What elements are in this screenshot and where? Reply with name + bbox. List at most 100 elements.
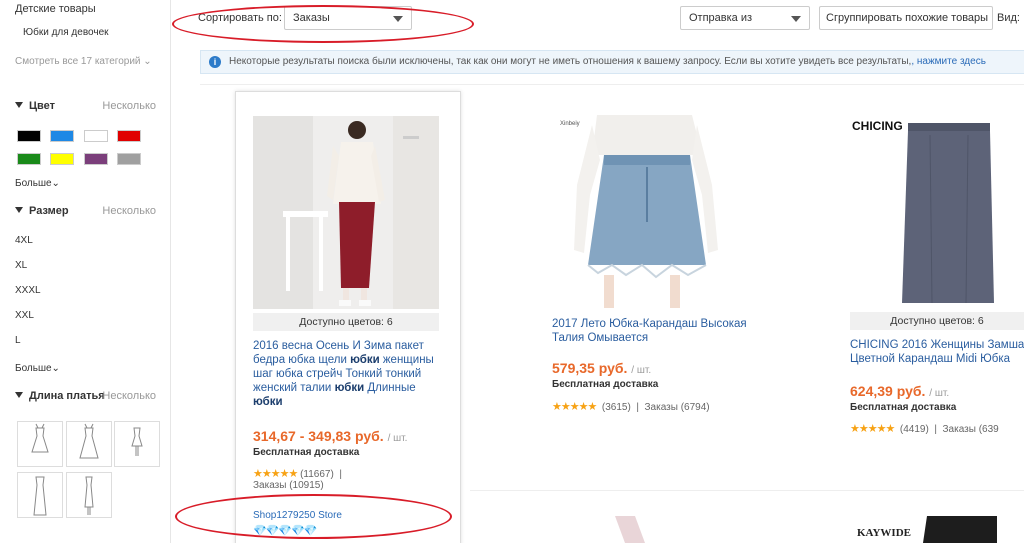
dress-pencil-icon bbox=[84, 476, 94, 515]
length-filter-heading[interactable]: Длина платья bbox=[15, 390, 105, 402]
product-image[interactable]: Xinbeiy bbox=[552, 115, 738, 308]
price-unit: / шт. bbox=[929, 388, 950, 399]
product-price: 624,39 руб. / шт. bbox=[850, 383, 949, 399]
color-swatch-white[interactable] bbox=[84, 130, 108, 142]
price-value: 624,39 руб. bbox=[850, 383, 926, 399]
product-image[interactable] bbox=[253, 116, 439, 309]
product-photo-red-skirt bbox=[253, 116, 439, 309]
dress-length-option[interactable] bbox=[17, 421, 63, 467]
size-filter-heading[interactable]: Размер bbox=[15, 205, 69, 217]
results-divider bbox=[200, 84, 1024, 85]
product-price: 579,35 руб. / шт. bbox=[552, 360, 651, 376]
title-keyword: юбки bbox=[334, 382, 365, 394]
free-shipping: Бесплатная доставка bbox=[850, 402, 957, 413]
size-more-label: Больше bbox=[15, 363, 52, 374]
available-colors: Доступно цветов: 6 bbox=[850, 312, 1024, 330]
row-divider bbox=[470, 490, 1024, 491]
brand-watermark: CHICING bbox=[852, 119, 903, 133]
review-count: (11667) bbox=[300, 469, 334, 480]
color-swatch-red[interactable] bbox=[117, 130, 141, 142]
collapse-triangle-icon bbox=[15, 392, 23, 398]
product-photo-suede-skirt: CHICING bbox=[850, 115, 1024, 308]
free-shipping: Бесплатная доставка bbox=[253, 447, 360, 458]
dress-length-option[interactable] bbox=[66, 472, 112, 518]
brand-watermark: Xinbeiy bbox=[560, 121, 580, 127]
star-rating-icon: ★★★★★ bbox=[253, 468, 298, 480]
view-all-categories-label: Смотреть все 17 категорий bbox=[15, 56, 141, 67]
orders-count[interactable]: Заказы (639 bbox=[943, 424, 999, 435]
product-photo-partial bbox=[615, 516, 645, 543]
group-similar-button[interactable]: Сгруппировать похожие товары bbox=[819, 6, 993, 30]
color-filter-title: Цвет bbox=[29, 100, 56, 112]
product-image-partial[interactable] bbox=[605, 516, 665, 543]
chevron-down-icon bbox=[791, 16, 801, 22]
color-more-label: Больше bbox=[15, 178, 52, 189]
product-title[interactable]: CHICING 2016 Женщины Замша Цветной Каран… bbox=[850, 338, 1024, 366]
view-all-categories-link[interactable]: Смотреть все 17 категорий ⌄ bbox=[15, 56, 152, 67]
product-card[interactable]: CHICING Доступно цветов: 6 CHICING 2016 … bbox=[833, 91, 1024, 491]
size-option[interactable]: 4XL bbox=[15, 235, 33, 246]
price-unit: / шт. bbox=[631, 365, 652, 376]
title-keyword: юбки bbox=[350, 354, 380, 366]
title-text: Длинные bbox=[364, 382, 416, 394]
product-rating[interactable]: ★★★★★ (3615) | Заказы (6794) bbox=[552, 400, 710, 413]
category-children-link[interactable]: Детские товары bbox=[15, 3, 96, 15]
collapse-triangle-icon bbox=[15, 102, 23, 108]
dress-short-icon bbox=[31, 423, 49, 453]
size-option[interactable]: L bbox=[15, 335, 21, 346]
chevron-down-icon: ⌄ bbox=[51, 178, 60, 189]
dress-length-option[interactable] bbox=[114, 421, 160, 467]
star-rating-icon: ★★★★★ bbox=[552, 401, 597, 413]
size-option[interactable]: XXXL bbox=[15, 285, 41, 296]
color-swatch-yellow[interactable] bbox=[50, 153, 74, 165]
dress-maxi-icon bbox=[33, 476, 47, 516]
star-rating-icon: ★★★★★ bbox=[850, 423, 895, 435]
category-girls-skirts-link[interactable]: Юбки для девочек bbox=[23, 27, 109, 38]
chevron-down-icon: ⌄ bbox=[51, 363, 60, 374]
search-results-page: Детские товары Юбки для девочек Смотреть… bbox=[0, 0, 1024, 543]
orders-count[interactable]: Заказы (6794) bbox=[645, 402, 710, 413]
product-card[interactable]: Доступно цветов: 6 2016 весна Осень И Зи… bbox=[235, 91, 461, 543]
color-swatch-gray[interactable] bbox=[117, 153, 141, 165]
collapse-triangle-icon bbox=[15, 207, 23, 213]
price-value: 314,67 - 349,83 руб. bbox=[253, 428, 384, 444]
dress-midi-icon bbox=[79, 423, 99, 459]
product-image[interactable]: CHICING bbox=[850, 115, 1024, 308]
product-title[interactable]: 2017 Лето Юбка-Карандаш Высокая Талия Ом… bbox=[552, 317, 752, 345]
info-icon: i bbox=[209, 56, 221, 68]
color-filter-heading[interactable]: Цвет bbox=[15, 100, 55, 112]
size-multi-select[interactable]: Несколько bbox=[102, 205, 156, 217]
size-more-link[interactable]: Больше⌄ bbox=[15, 363, 60, 374]
length-multi-select[interactable]: Несколько bbox=[102, 390, 156, 402]
available-colors: Доступно цветов: 6 bbox=[253, 313, 439, 331]
size-option[interactable]: XXL bbox=[15, 310, 34, 321]
brand-watermark: KAYWIDE bbox=[857, 527, 911, 539]
orders-count[interactable]: Заказы (10915) bbox=[253, 480, 324, 491]
ship-from-select[interactable]: Отправка из bbox=[680, 6, 810, 30]
dress-length-option[interactable] bbox=[66, 421, 112, 467]
filter-sidebar: Детские товары Юбки для девочек Смотреть… bbox=[0, 0, 171, 543]
dress-length-option[interactable] bbox=[17, 472, 63, 518]
color-swatch-blue[interactable] bbox=[50, 130, 74, 142]
color-swatch-black[interactable] bbox=[17, 130, 41, 142]
size-filter-title: Размер bbox=[29, 205, 69, 217]
size-option[interactable]: XL bbox=[15, 260, 27, 271]
product-rating[interactable]: ★★★★★ (4419) | Заказы (639 bbox=[850, 422, 999, 435]
chevron-down-icon: ⌄ bbox=[140, 56, 152, 67]
excluded-results-notice: i Некоторые результаты поиска были исклю… bbox=[200, 50, 1024, 74]
price-unit: / шт. bbox=[387, 433, 408, 444]
color-swatch-purple[interactable] bbox=[84, 153, 108, 165]
product-card[interactable]: Xinbeiy 2017 Лето Юбка-Карандаш Высокая … bbox=[535, 91, 761, 491]
color-swatch-green[interactable] bbox=[17, 153, 41, 165]
highlight-oval-store bbox=[175, 494, 452, 539]
product-title[interactable]: 2016 весна Осень И Зима пакет бедра юбка… bbox=[253, 339, 443, 409]
product-price: 314,67 - 349,83 руб. / шт. bbox=[253, 428, 407, 444]
show-all-link[interactable]: , нажмите здесь bbox=[911, 56, 986, 67]
highlight-oval-sort bbox=[172, 5, 474, 43]
color-multi-select[interactable]: Несколько bbox=[102, 100, 156, 112]
color-more-link[interactable]: Больше⌄ bbox=[15, 178, 60, 189]
product-rating[interactable]: ★★★★★ (11667) | bbox=[253, 467, 342, 480]
dress-mini-icon bbox=[131, 427, 143, 456]
product-image-partial[interactable]: KAYWIDE bbox=[857, 516, 997, 543]
review-count: (3615) bbox=[601, 402, 631, 413]
